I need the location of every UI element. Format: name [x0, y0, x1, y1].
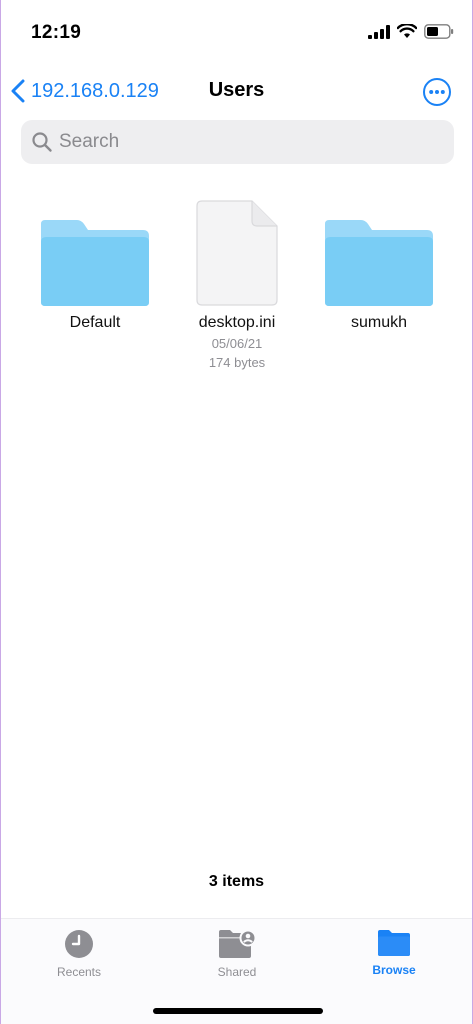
file-name: sumukh — [350, 314, 408, 331]
folder-default[interactable]: Default — [20, 220, 170, 332]
status-icons — [368, 24, 454, 39]
folder-icon — [41, 220, 149, 306]
ellipsis-circle-icon[interactable] — [422, 77, 452, 107]
wifi-icon — [397, 24, 417, 38]
tab-label: Recents — [56, 965, 102, 979]
folder-icon — [325, 220, 433, 306]
back-label: 192.168.0.129 — [31, 79, 159, 102]
navigation-bar: 192.168.0.129 Users — [1, 66, 472, 116]
tab-browse[interactable]: Browse — [334, 929, 454, 977]
status-time: 12:19 — [31, 22, 82, 43]
files-app-screen: 12:19 192.168.0.129 Users Search Default… — [0, 0, 473, 1024]
signal-icon — [368, 24, 390, 39]
file-date: 05/06/21 — [211, 336, 263, 351]
back-button[interactable]: 192.168.0.129 — [11, 76, 159, 106]
file-size: 174 bytes — [208, 355, 266, 370]
status-bar: 12:19 — [1, 0, 472, 66]
file-name: Default — [69, 314, 121, 331]
tab-bar: Recents Shared Browse — [1, 918, 472, 1024]
item-count: 3 items — [208, 873, 265, 890]
tab-shared[interactable]: Shared — [177, 929, 297, 979]
search-bar[interactable] — [21, 120, 454, 164]
home-indicator[interactable] — [153, 1008, 323, 1014]
document-icon — [196, 200, 278, 306]
tab-label: Browse — [372, 963, 416, 977]
battery-icon — [424, 24, 454, 39]
folder-sumukh[interactable]: sumukh — [304, 220, 454, 332]
file-desktop-ini[interactable]: desktop.ini 05/06/21 174 bytes — [162, 200, 312, 370]
chevron-left-icon — [11, 79, 25, 103]
search-input[interactable] — [59, 131, 439, 153]
folder-icon — [378, 930, 410, 956]
file-name: desktop.ini — [198, 314, 276, 331]
search-icon — [32, 132, 52, 152]
shared-folder-icon — [219, 929, 257, 958]
tab-label: Shared — [217, 965, 257, 979]
tab-recents[interactable]: Recents — [19, 929, 139, 979]
clock-icon — [65, 930, 93, 958]
